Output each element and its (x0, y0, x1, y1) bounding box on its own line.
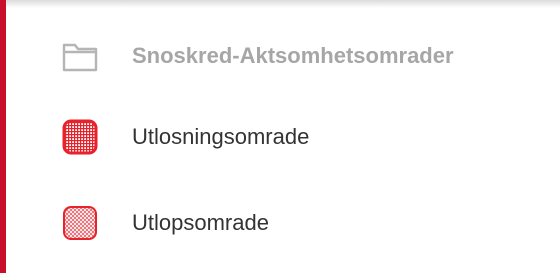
legend-panel: Snoskred-Aktsomhetsomrader Utlosningsomr… (6, 0, 560, 273)
folder-icon (60, 36, 100, 76)
legend-item-label: Utlopsomrade (132, 210, 269, 235)
dot-pattern-swatch-icon (60, 203, 100, 243)
legend-group-label: Snoskred-Aktsomhetsomrader (132, 43, 454, 68)
legend-item-utlopsomrade[interactable]: Utlopsomrade (6, 178, 560, 268)
grid-pattern-swatch-icon (60, 117, 100, 157)
legend-item-label: Utlosningsomrade (132, 124, 310, 149)
legend-group-row[interactable]: Snoskred-Aktsomhetsomrader (6, 12, 560, 100)
legend-item-utlosningsomrade[interactable]: Utlosningsomrade (6, 92, 560, 182)
